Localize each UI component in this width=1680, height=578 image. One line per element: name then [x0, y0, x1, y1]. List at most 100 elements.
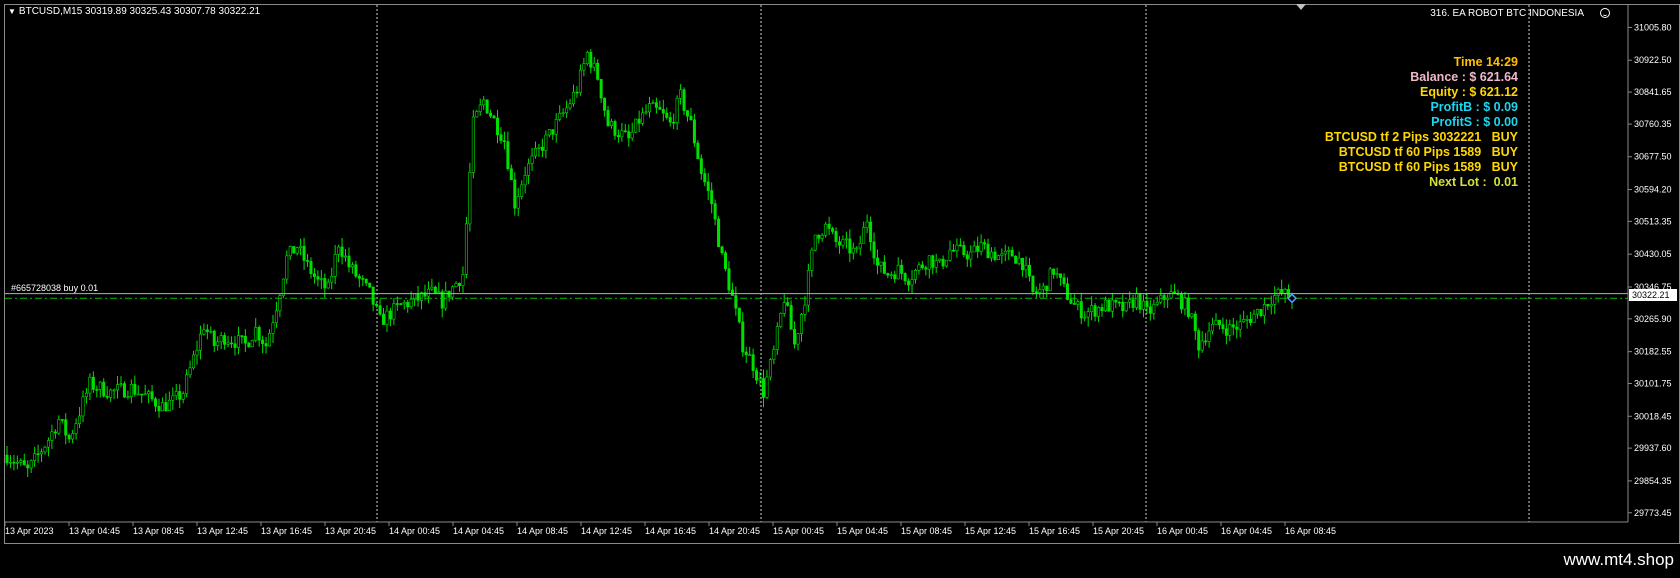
candle-body [516, 196, 520, 209]
candle-body [544, 134, 548, 151]
candle-body [1190, 313, 1194, 317]
candle-body [230, 342, 234, 345]
candle-body [965, 254, 969, 260]
time-axis[interactable]: 13 Apr 2023 13 Apr 04:45 13 Apr 08:45 13 Ap… [4, 522, 1336, 536]
candle-body [831, 228, 835, 232]
candle-body [779, 313, 783, 327]
candle-body [572, 91, 576, 105]
candle-body [606, 110, 610, 127]
candle-body [257, 327, 261, 341]
candle-body [858, 243, 862, 249]
info-line: BTCUSD tf 60 Pips 1589 BUY [1338, 160, 1518, 174]
candle-body [665, 112, 669, 118]
candle-body [223, 335, 227, 345]
chart-shift-marker-icon[interactable] [1296, 4, 1306, 10]
candle-body [1193, 313, 1197, 332]
candle-body [1179, 293, 1183, 310]
candle-body [323, 278, 327, 289]
time-tick-label: 14 Apr 08:45 [517, 526, 568, 536]
candle-body [682, 89, 686, 111]
candle-body [651, 102, 655, 104]
candle-body [1155, 301, 1159, 305]
candle-body [592, 62, 596, 68]
symbol-info: ▼ BTCUSD,M15 30319.89 30325.43 30307.78 3… [8, 6, 260, 17]
candle-body [1100, 307, 1104, 312]
info-line: BTCUSD tf 2 Pips 3032221 BUY [1324, 130, 1518, 144]
candle-body [274, 310, 278, 324]
time-tick-label: 14 Apr 20:45 [709, 526, 760, 536]
candle-body [893, 274, 897, 280]
current-price-label: 30322.21 [1629, 288, 1677, 301]
candle-body [1145, 300, 1149, 308]
candle-body [492, 115, 496, 119]
candle-body [758, 378, 762, 381]
candle-body [1217, 319, 1221, 326]
candle-body [616, 135, 620, 138]
symbol-dropdown-icon[interactable]: ▼ [8, 7, 16, 16]
price-tick-label: 29773.45 [1634, 508, 1672, 518]
candle-body [817, 234, 821, 239]
price-axis[interactable]: 31005.80 30922.50 30841.65 30760.35 30677.50… [1628, 22, 1672, 518]
candle-body [5, 454, 9, 464]
price-tick-label: 30430.05 [1634, 249, 1672, 259]
candle-body [340, 246, 344, 257]
candle-body [357, 275, 361, 279]
candle-body [440, 291, 444, 309]
candle-body [461, 274, 465, 286]
info-line: Balance : $ 621.64 [1410, 70, 1518, 84]
candle-body [969, 251, 973, 260]
candle-body [661, 109, 665, 114]
candle-body [755, 370, 759, 381]
candle-body [1214, 319, 1218, 325]
candle-body [875, 257, 879, 266]
candle-body [582, 63, 586, 71]
candle-body [886, 273, 890, 276]
candle-body [192, 354, 196, 369]
candle-body [292, 246, 296, 254]
candle-body [475, 111, 479, 118]
candle-body [50, 431, 54, 441]
candle-body [1076, 301, 1080, 305]
candle-body [216, 341, 220, 346]
time-tick-label: 13 Apr 04:45 [69, 526, 120, 536]
candle-body [689, 115, 693, 121]
time-tick-label: 16 Apr 00:45 [1157, 526, 1208, 536]
footer-bar [0, 546, 1680, 578]
candle-body [1238, 321, 1242, 330]
candle-body [347, 255, 351, 268]
ea-smiley-icon[interactable] [1600, 8, 1610, 18]
candle-body [1062, 277, 1066, 285]
candle-body [537, 146, 541, 149]
candle-body [312, 273, 316, 277]
candle-body [136, 393, 140, 396]
ea-name: 316. EA ROBOT BTC INDONESIA [1430, 8, 1584, 19]
candles [5, 48, 1294, 477]
candle-body [433, 286, 437, 294]
candle-body [851, 247, 855, 254]
candle-body [993, 251, 997, 260]
candle-body [43, 446, 47, 453]
candle-body [637, 118, 641, 124]
order-label: #665728038 buy 0.01 [11, 282, 99, 293]
candle-body [160, 402, 164, 412]
candle-body [520, 184, 524, 197]
candle-body [1266, 304, 1270, 307]
candle-body [634, 118, 638, 133]
candle-body [1117, 301, 1121, 304]
candle-body [102, 381, 106, 397]
candle-body [1014, 255, 1018, 264]
candle-body [98, 381, 102, 390]
candle-body [261, 339, 265, 344]
candle-body [1131, 299, 1135, 308]
candle-body [1255, 309, 1259, 315]
candle-body [813, 234, 817, 251]
candle-body [464, 223, 468, 275]
candle-body [589, 51, 593, 68]
candle-body [240, 335, 244, 337]
candle-body [938, 258, 942, 261]
candle-body [1069, 299, 1073, 304]
candle-body [1121, 301, 1125, 312]
candle-body [844, 238, 848, 241]
candle-body [623, 130, 627, 133]
price-tick-label: 30922.50 [1634, 55, 1672, 65]
